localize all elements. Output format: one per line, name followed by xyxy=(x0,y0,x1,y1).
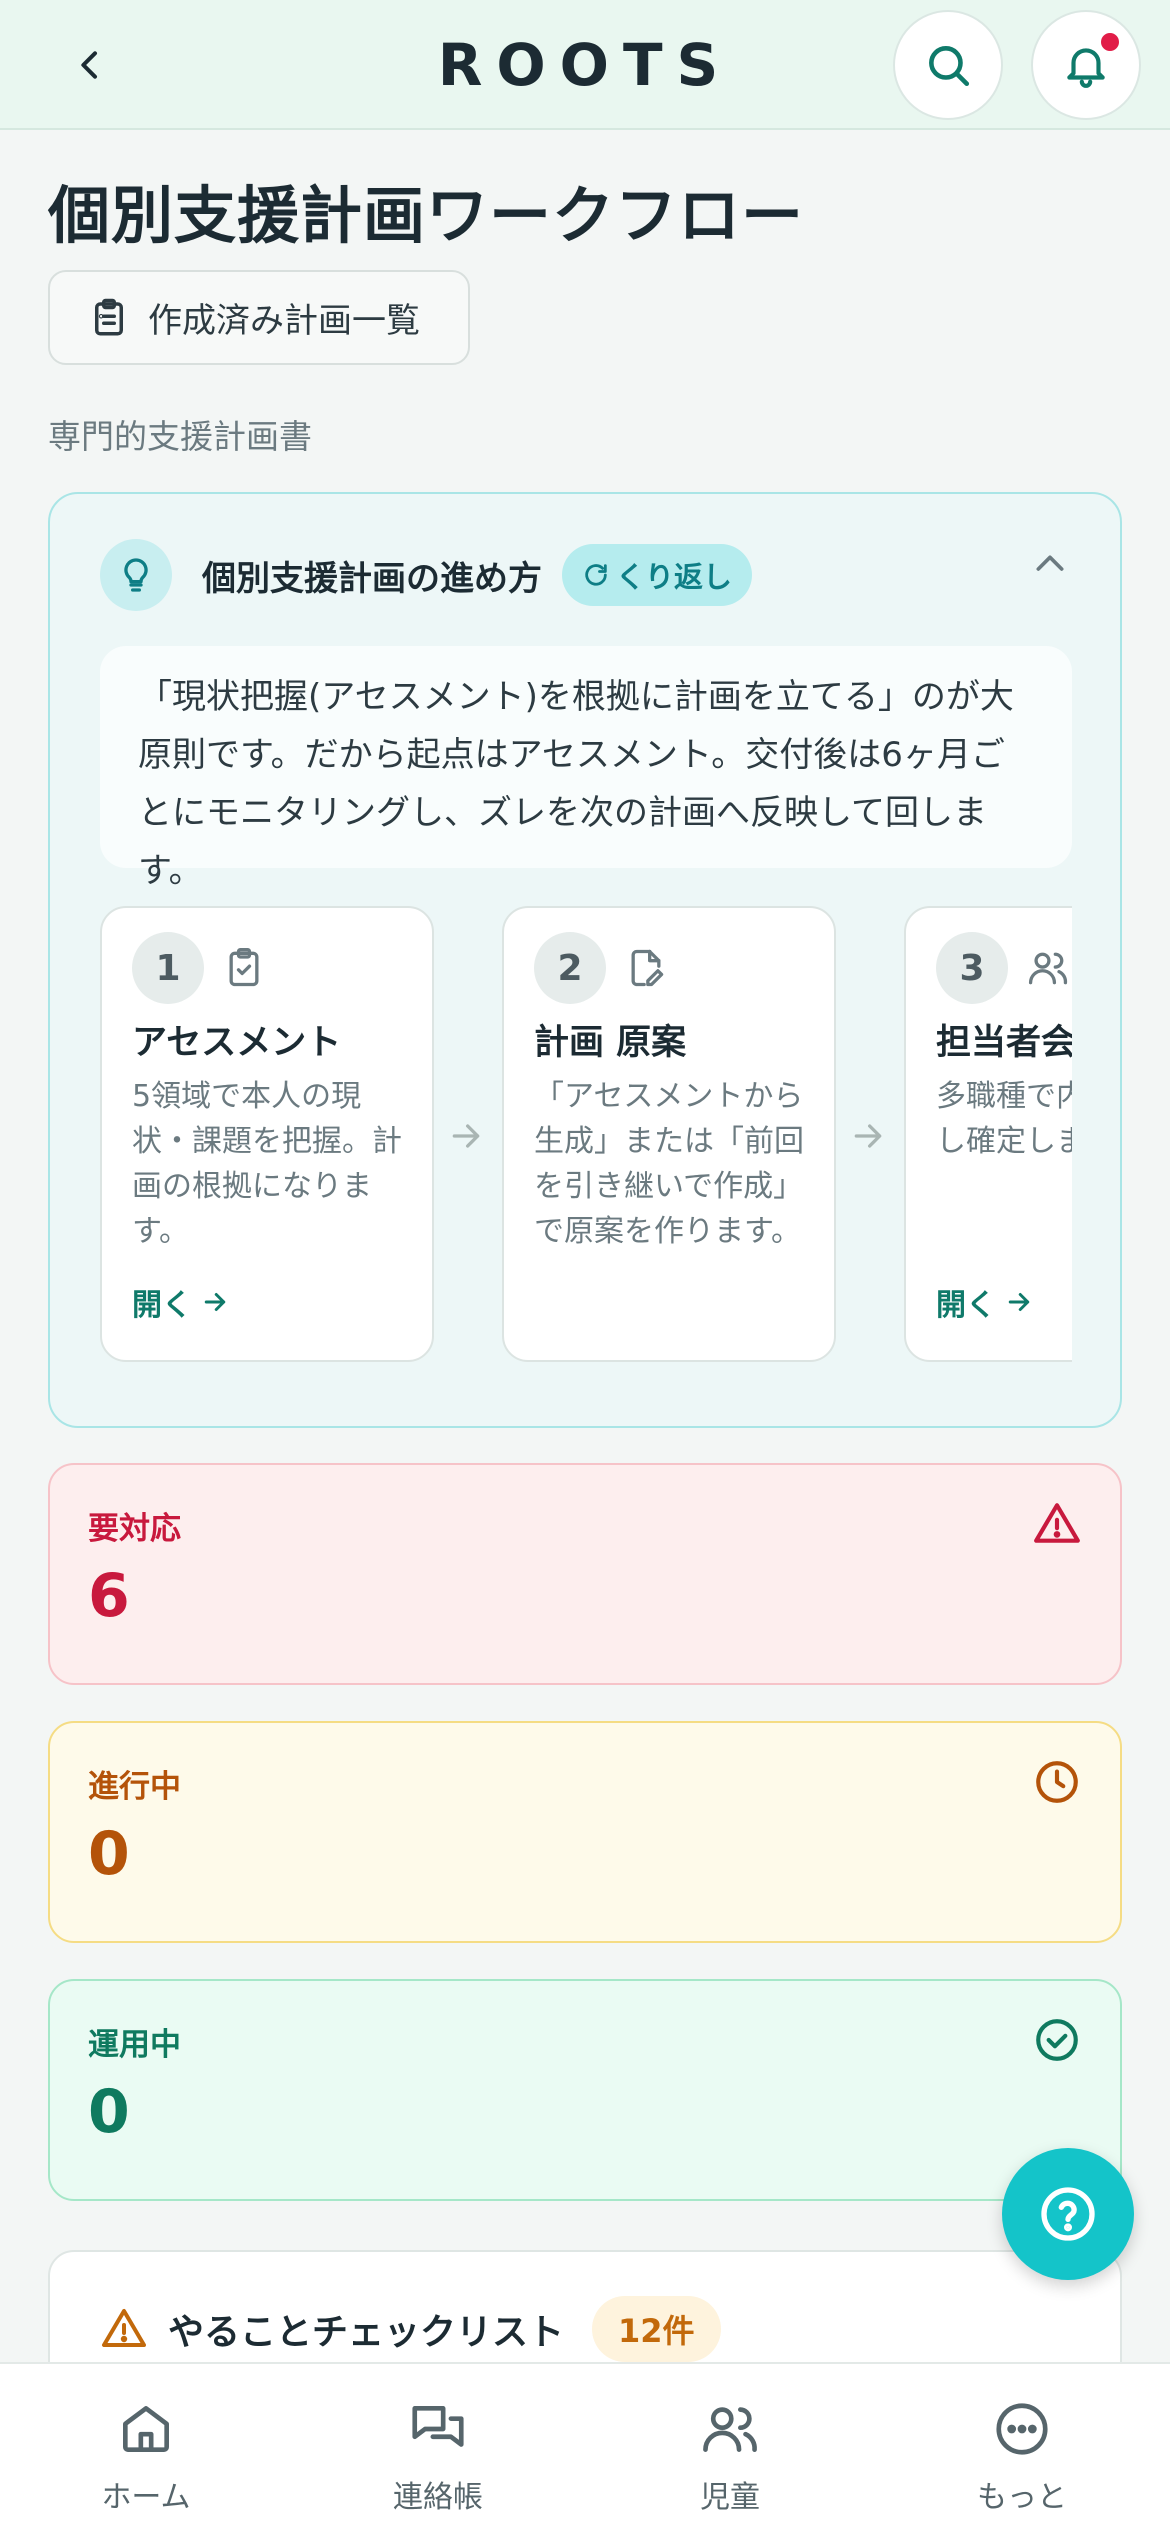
step-title: 担当者会 xyxy=(936,1023,1072,1063)
nav-item-messages[interactable]: 連絡帳 xyxy=(292,2364,584,2532)
notification-dot xyxy=(1098,30,1122,54)
step-card-meeting[interactable]: 3 担当者会 多職種で内容を検討し確定します。 開く xyxy=(904,906,1072,1362)
guide-description: 「現状把握(アセスメント)を根拠に計画を立てる」のが大原則です。だから起点はアセ… xyxy=(100,646,1072,891)
nav-label: 連絡帳 xyxy=(393,2480,483,2515)
alert-triangle-icon xyxy=(1034,1503,1080,1543)
status-card-in-progress[interactable]: 進行中 0 xyxy=(48,1721,1122,1943)
status-value: 0 xyxy=(88,1819,130,1889)
notifications-button[interactable] xyxy=(1031,10,1141,120)
lightbulb-icon xyxy=(124,558,148,592)
status-card-active[interactable]: 運用中 0 xyxy=(48,1979,1122,2201)
home-icon xyxy=(123,2406,169,2452)
search-icon xyxy=(929,46,970,87)
repeat-badge: くり返し xyxy=(562,544,753,606)
file-edit-icon xyxy=(631,949,664,987)
clipboard-check-icon xyxy=(229,948,259,987)
step-card-draft[interactable]: 2 計画 原案 「アセスメントから生成」または「前回を引き継いで作成」で原案を作… xyxy=(502,906,836,1362)
more-icon xyxy=(996,2403,1048,2455)
guide-title: 個別支援計画の進め方 xyxy=(202,558,542,599)
step-number: 1 xyxy=(132,932,204,1004)
status-label: 運用中 xyxy=(88,2027,181,2063)
checklist-title: やることチェックリスト xyxy=(168,2312,565,2353)
users-icon xyxy=(703,2407,757,2452)
page-subtitle: 専門的支援計画書 xyxy=(48,417,312,456)
created-plans-label: 作成済み計画一覧 xyxy=(148,301,420,341)
created-plans-button[interactable]: 作成済み計画一覧 xyxy=(48,270,470,365)
checklist-count-badge: 12件 xyxy=(592,2296,721,2362)
clock-icon xyxy=(1036,1761,1078,1803)
step-title: アセスメント xyxy=(132,1023,342,1063)
step-description: 「アセスメントから生成」または「前回を引き継いで作成」で原案を作ります。 xyxy=(534,1079,804,1249)
step-open-label: 開く xyxy=(132,1288,192,1323)
alert-triangle-icon xyxy=(102,2309,146,2347)
workflow-guide-card: 個別支援計画の進め方 くり返し 「現状把握(アセスメント)を根拠に計画を立てる」… xyxy=(48,492,1122,1428)
nav-item-children[interactable]: 児童 xyxy=(584,2364,876,2532)
nav-label: 児童 xyxy=(700,2480,760,2515)
messages-icon xyxy=(412,2406,464,2447)
step-open-link[interactable]: 開く xyxy=(936,1280,1034,1324)
arrow-right-icon xyxy=(204,1293,226,1311)
status-label: 要対応 xyxy=(88,1511,181,1547)
step-arrow-icon xyxy=(854,1124,882,1148)
guide-header: 個別支援計画の進め方 くり返し xyxy=(100,538,753,612)
status-value: 0 xyxy=(88,2077,130,2147)
chevron-up-icon xyxy=(1036,555,1064,571)
search-button[interactable] xyxy=(893,10,1003,120)
step-description: 5領域で本人の現状・課題を把握。計画の根拠になります。 xyxy=(132,1079,402,1249)
status-label: 進行中 xyxy=(88,1769,181,1805)
status-value: 6 xyxy=(88,1561,130,1631)
nav-item-home[interactable]: ホーム xyxy=(0,2364,292,2532)
arrow-right-icon xyxy=(1008,1293,1030,1311)
bottom-navigation: ホーム 連絡帳 児童 もっと xyxy=(0,2362,1170,2532)
nav-label: もっと xyxy=(977,2480,1067,2515)
step-description: 多職種で内容を検討し確定します。 xyxy=(936,1079,1072,1159)
refresh-icon xyxy=(585,564,607,586)
collapse-button[interactable] xyxy=(1025,539,1075,589)
help-button[interactable] xyxy=(1002,2148,1134,2280)
app-header: ROOTS xyxy=(0,0,1170,130)
lightbulb-badge xyxy=(100,539,172,611)
workflow-steps: 1 アセスメント 5領域で本人の現状・課題を把握。計画の根拠になります。 開く … xyxy=(100,906,1072,1366)
step-arrow-icon xyxy=(452,1124,480,1148)
nav-item-more[interactable]: もっと xyxy=(876,2364,1168,2532)
users-icon xyxy=(1028,952,1068,985)
nav-label: ホーム xyxy=(101,2480,191,2515)
status-card-urgent[interactable]: 要対応 6 xyxy=(48,1463,1122,1685)
step-open-link[interactable]: 開く xyxy=(132,1280,230,1324)
step-card-assessment[interactable]: 1 アセスメント 5領域で本人の現状・課題を把握。計画の根拠になります。 開く xyxy=(100,906,434,1362)
help-circle-icon xyxy=(1041,2187,1095,2241)
page-title: 個別支援計画ワークフロー xyxy=(48,179,805,252)
check-circle-icon xyxy=(1036,2019,1078,2061)
step-number: 2 xyxy=(534,932,606,1004)
clipboard-list-icon xyxy=(95,298,123,335)
step-number: 3 xyxy=(936,932,1008,1004)
step-title: 計画 原案 xyxy=(534,1023,687,1063)
step-open-label: 開く xyxy=(936,1288,996,1323)
repeat-badge-label: くり返し xyxy=(616,560,733,594)
checklist-header: やることチェックリスト 12件 xyxy=(100,2292,721,2366)
